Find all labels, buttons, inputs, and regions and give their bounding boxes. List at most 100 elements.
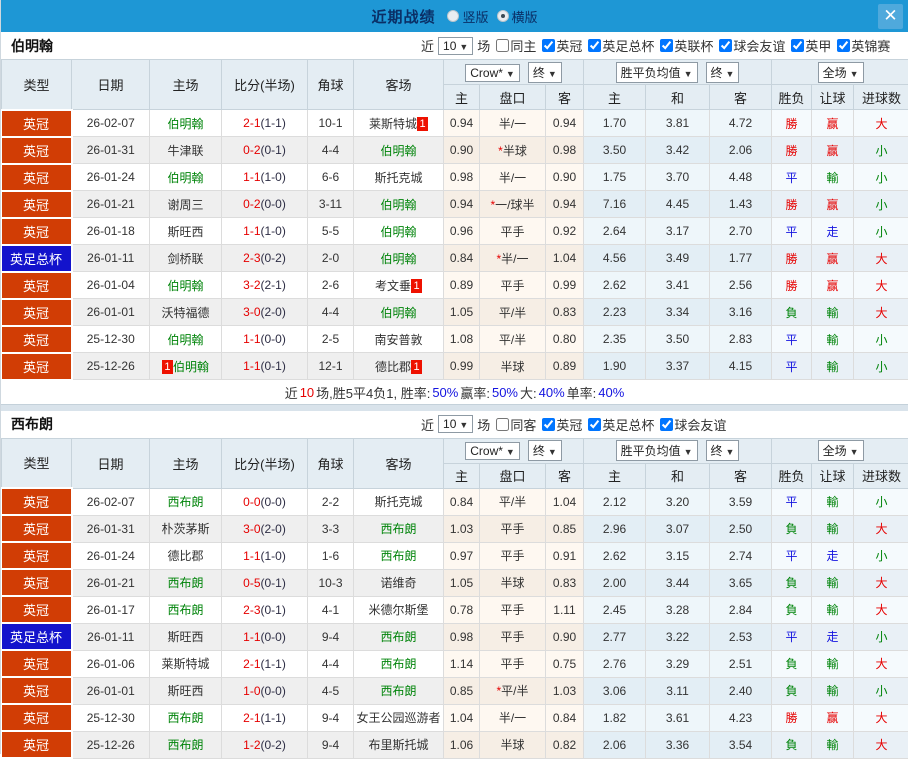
wdl-average-select[interactable]: 胜平负均值▼ — [616, 440, 698, 461]
same-venue-checkbox[interactable] — [496, 418, 509, 431]
away-team-cell: 伯明翰 — [354, 245, 444, 272]
horizontal-mode-option[interactable]: 横版 — [497, 7, 538, 26]
same-venue-checkbox[interactable] — [496, 39, 509, 52]
league-filter-checkbox-item[interactable]: 英联杯 — [660, 36, 713, 55]
column-subheader: 胜负 — [772, 463, 812, 488]
radio-unselected-icon[interactable] — [447, 10, 459, 22]
goals-result: 小 — [854, 191, 908, 218]
fulltime-score: 1-1 — [243, 359, 260, 373]
league-filter-checkbox-item[interactable]: 球会友谊 — [660, 415, 726, 434]
vertical-mode-label: 竖版 — [462, 7, 488, 26]
euro-draw-odds: 3.41 — [646, 272, 710, 299]
euro-home-odds: 2.77 — [584, 623, 646, 650]
recent-count-select[interactable]: 10▼ — [438, 415, 473, 433]
handicap-result: 輸 — [812, 488, 854, 515]
euro-draw-odds: 3.20 — [646, 488, 710, 515]
goals-result: 大 — [854, 596, 908, 623]
odds-time-select[interactable]: 终▼ — [706, 62, 740, 83]
same-venue-checkbox-item[interactable]: 同主 — [496, 36, 536, 55]
fulltime-score: 3-2 — [243, 278, 260, 292]
home-team-cell: 伯明翰 — [150, 272, 222, 299]
dropdown-arrow-icon: ▼ — [506, 69, 515, 79]
red-card-badge: 1 — [417, 117, 428, 131]
recent-count-select[interactable]: 10▼ — [438, 37, 473, 55]
match-date: 26-01-24 — [72, 542, 150, 569]
team-name-text: 剑桥联 — [167, 252, 203, 266]
wdl-average-select[interactable]: 胜平负均值▼ — [616, 62, 698, 83]
away-team-cell: 考文垂1 — [354, 272, 444, 299]
league-filter-checkbox-item[interactable]: 英锦赛 — [837, 36, 890, 55]
goals-result: 小 — [854, 326, 908, 353]
handicap-cell: 平手 — [480, 515, 546, 542]
euro-away-odds: 1.77 — [710, 245, 772, 272]
period-select[interactable]: 全场▼ — [818, 440, 864, 461]
league-filter-checkbox-item[interactable]: 球会友谊 — [719, 36, 785, 55]
radio-selected-icon[interactable] — [497, 10, 509, 22]
home-team-cell: 伯明翰 — [150, 326, 222, 353]
bookmaker-select[interactable]: Crow*▼ — [465, 64, 520, 82]
column-header: 角球 — [308, 438, 354, 488]
result-group-header: 全场▼ — [772, 60, 908, 85]
crow-odds-group-header: Crow*▼ 终▼ — [444, 60, 584, 85]
home-team-cell: 西布朗 — [150, 488, 222, 515]
league-filter-checkbox[interactable] — [660, 418, 673, 431]
odds-time-select[interactable]: 终▼ — [528, 440, 562, 461]
vertical-mode-option[interactable]: 竖版 — [447, 7, 488, 26]
away-odds-cell: 0.84 — [546, 704, 584, 731]
halftime-score: (1-0) — [261, 549, 286, 563]
league-filter-checkbox[interactable] — [588, 418, 601, 431]
team-name-text: 伯明翰 — [167, 333, 203, 347]
euro-home-odds: 3.50 — [584, 137, 646, 164]
away-team-cell: 诺维奇 — [354, 569, 444, 596]
wdl-result: 平 — [772, 218, 812, 245]
euro-away-odds: 2.53 — [710, 623, 772, 650]
league-filter-checkbox[interactable] — [719, 39, 732, 52]
goals-result: 小 — [854, 677, 908, 704]
same-venue-checkbox-item[interactable]: 同客 — [496, 415, 536, 434]
handicap-result: 走 — [812, 542, 854, 569]
halftime-score: (0-0) — [261, 630, 286, 644]
handicap-result: 輸 — [812, 353, 854, 380]
league-filter-checkbox-item[interactable]: 英冠 — [542, 415, 582, 434]
europe-avg-group-header: 胜平负均值▼ 终▼ — [584, 438, 772, 463]
league-filter-checkbox-item[interactable]: 英足总杯 — [588, 415, 654, 434]
league-filter-checkbox[interactable] — [588, 39, 601, 52]
euro-away-odds: 2.83 — [710, 326, 772, 353]
score-cell: 2-3(0-2) — [222, 245, 308, 272]
league-filter-checkbox[interactable] — [542, 39, 555, 52]
bookmaker-select[interactable]: Crow*▼ — [465, 442, 520, 460]
away-odds-cell: 0.83 — [546, 569, 584, 596]
competition-badge: 英冠 — [2, 515, 72, 542]
league-filter-checkbox[interactable] — [837, 39, 850, 52]
column-subheader: 盘口 — [480, 463, 546, 488]
column-subheader: 和 — [646, 85, 710, 110]
euro-home-odds: 2.35 — [584, 326, 646, 353]
goals-result: 小 — [854, 137, 908, 164]
column-header: 主场 — [150, 438, 222, 488]
euro-draw-odds: 3.34 — [646, 299, 710, 326]
halftime-score: (1-0) — [261, 170, 286, 184]
league-filter-checkbox[interactable] — [791, 39, 804, 52]
home-team-cell: 西布朗 — [150, 596, 222, 623]
handicap-result: 赢 — [812, 191, 854, 218]
league-filter-checkbox-item[interactable]: 英甲 — [791, 36, 831, 55]
league-filter-checkbox-item[interactable]: 英冠 — [542, 36, 582, 55]
section-filter-bar: 伯明翰近 10▼ 场 同主英冠英足总杯英联杯球会友谊英甲英锦赛 — [1, 32, 908, 59]
handicap-result: 赢 — [812, 272, 854, 299]
team-name-text: 西布朗 — [167, 738, 203, 752]
away-team-cell: 西布朗 — [354, 650, 444, 677]
match-row: 英冠26-01-31朴茨茅斯3-0(2-0)3-3西布朗1.03平手0.852.… — [2, 515, 908, 542]
home-odds-cell: 0.84 — [444, 245, 480, 272]
league-filter-checkbox[interactable] — [660, 39, 673, 52]
period-select[interactable]: 全场▼ — [818, 62, 864, 83]
close-icon[interactable]: ✕ — [878, 4, 903, 29]
euro-draw-odds: 3.22 — [646, 623, 710, 650]
league-filter-checkbox-item[interactable]: 英足总杯 — [588, 36, 654, 55]
odds-time-select[interactable]: 终▼ — [528, 62, 562, 83]
league-filter-checkbox[interactable] — [542, 418, 555, 431]
corners-cell: 9-4 — [308, 623, 354, 650]
odds-time-select[interactable]: 终▼ — [706, 440, 740, 461]
wdl-result: 負 — [772, 299, 812, 326]
goals-result: 大 — [854, 110, 908, 137]
filter-controls: 近 10▼ 场 同主英冠英足总杯英联杯球会友谊英甲英锦赛 — [421, 36, 890, 55]
